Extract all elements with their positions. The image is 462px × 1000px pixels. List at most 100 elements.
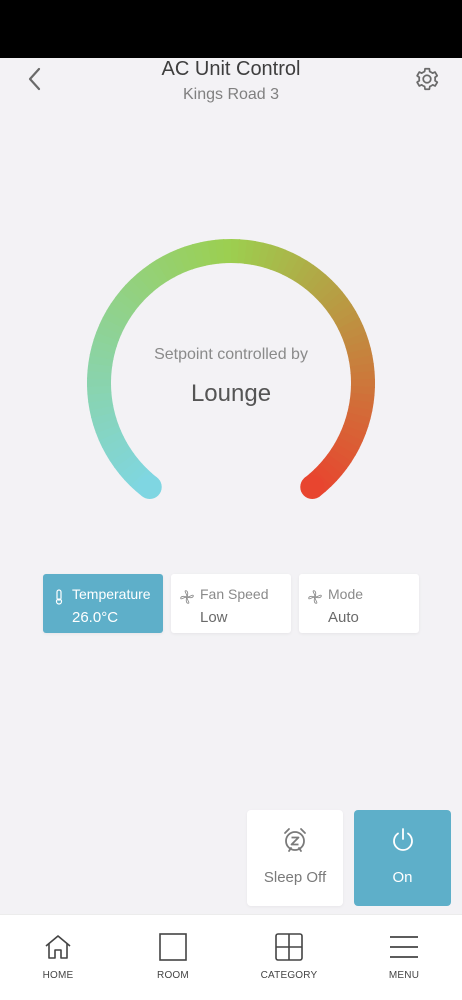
dial-arc-segment — [109, 447, 135, 469]
dial-arc-segment — [334, 436, 360, 456]
dial-value: Lounge — [190, 380, 272, 407]
mode-label: Mode — [328, 586, 364, 602]
nav-room-label: ROOM — [157, 970, 189, 981]
dial-arc-segment — [282, 252, 301, 278]
status-bar — [0, 0, 462, 58]
nav-home-label: HOME — [42, 970, 74, 981]
power-label: On — [392, 869, 413, 886]
dial-arc-segment — [93, 331, 120, 348]
dial-arc-segment — [130, 273, 154, 298]
dial-arc-segment — [263, 244, 279, 270]
home-icon — [45, 935, 71, 959]
bottom-nav: HOME ROOM CATEGORY MENU — [0, 914, 462, 1000]
dial-arc-segment — [288, 256, 308, 282]
page-subtitle: Kings Road 3 — [182, 86, 280, 103]
dial-arc-segment — [136, 268, 159, 293]
mode-value: Auto — [328, 609, 359, 626]
dial-arc-segment — [93, 417, 119, 434]
dial-arc-segment — [199, 240, 213, 266]
dial-arc-segment — [169, 249, 187, 275]
dial-arc-segment — [237, 239, 249, 264]
dial-arc-segment — [269, 246, 287, 273]
dial-caption: Setpoint controlled by — [154, 346, 308, 363]
thermometer-icon — [55, 589, 63, 605]
dial-arc-segment — [184, 244, 200, 270]
dial-arc-segment — [101, 436, 128, 455]
dial-arc-segment — [276, 249, 294, 275]
dial-arc-segment — [102, 309, 128, 329]
sleep-label: Sleep Off — [263, 869, 327, 886]
power-icon — [392, 828, 413, 851]
grid-icon — [275, 933, 303, 961]
dial-arc-segment — [110, 296, 135, 318]
dial-arc-segment — [314, 464, 338, 487]
dial-arc-segment — [125, 278, 149, 302]
dial-arc-segment — [95, 423, 122, 441]
dial-arc-segment — [89, 404, 115, 419]
status-cards: Temperature 26.0°C Fan Speed Low Mode Au… — [43, 574, 423, 634]
power-button[interactable]: On — [354, 810, 451, 906]
dial-arc-segment — [106, 303, 132, 323]
dial-arc-segment — [330, 442, 356, 463]
dial-arc-segment — [96, 323, 122, 341]
dial-arc-segment — [347, 405, 373, 420]
dial-arc-segment — [98, 430, 124, 448]
dial-arc-cap — [137, 475, 162, 500]
dial-arc-segment — [257, 242, 272, 268]
dial-arc-segment — [87, 369, 112, 380]
dial-arc-segment — [323, 291, 348, 313]
dial-arc-segment — [334, 310, 360, 330]
dial-arc-segment — [215, 239, 226, 264]
dial-arc-segment — [314, 279, 338, 303]
mode-card[interactable]: Mode Auto — [299, 574, 419, 633]
settings-button[interactable] — [410, 62, 444, 96]
fan-speed-label: Fan Speed — [200, 586, 269, 602]
dial-arc-segment — [87, 361, 113, 374]
dial-arc-segment — [176, 246, 194, 272]
dial-arc-segment — [124, 463, 148, 487]
nav-room[interactable]: ROOM — [133, 915, 213, 1000]
temperature-card[interactable]: Temperature 26.0°C — [43, 574, 163, 633]
dial-arc-segment — [155, 255, 175, 281]
alarm-clock-z-icon — [284, 828, 306, 852]
dial-arc-segment — [162, 252, 181, 278]
dial-arc-segment — [105, 441, 131, 462]
dial-arc-segment — [318, 459, 343, 482]
dial-arc-segment — [118, 458, 143, 481]
fan-speed-card[interactable]: Fan Speed Low — [171, 574, 291, 633]
nav-menu[interactable]: MENU — [364, 915, 444, 1000]
dial-arc-segment — [323, 453, 348, 476]
dial-arc-segment — [343, 332, 369, 349]
dial-arc-segment — [327, 448, 352, 470]
dial-arc-segment — [319, 285, 343, 308]
dial-arc-segment — [142, 263, 164, 289]
sleep-button[interactable]: Sleep Off — [247, 810, 343, 906]
dial-arc-segment — [304, 269, 327, 294]
dial-arc-segment — [340, 424, 366, 442]
dial-arc-segment — [191, 242, 206, 268]
dial-arc-segment — [91, 411, 117, 426]
dial-arc-segment — [345, 412, 371, 427]
dial-arc-segment — [250, 240, 264, 267]
nav-category[interactable]: CATEGORY — [249, 915, 329, 1000]
dial-arc-segment — [148, 259, 170, 285]
page-title: AC Unit Control — [161, 58, 301, 80]
nav-menu-label: MENU — [388, 970, 420, 981]
dial-arc-segment — [114, 453, 139, 475]
temperature-value: 26.0°C — [72, 609, 119, 626]
fan-icon — [180, 590, 194, 604]
dial-arc-segment — [331, 304, 357, 324]
dial-arc-segment — [99, 316, 125, 335]
dial-arc-segment — [207, 239, 219, 265]
dial-arc-cap — [300, 475, 325, 500]
dial-arc-segment — [244, 239, 256, 265]
dial-arc-segment — [293, 260, 314, 285]
setpoint-dial[interactable]: Setpoint controlled by Lounge — [80, 232, 382, 534]
dial-arc-segment — [340, 325, 367, 342]
nav-category-label: CATEGORY — [260, 970, 318, 981]
fan-icon — [308, 590, 322, 604]
nav-home[interactable]: HOME — [18, 915, 98, 1000]
dial-arc-segment — [349, 363, 375, 375]
dial-arc-segment — [343, 418, 369, 435]
hamburger-icon — [390, 936, 418, 958]
